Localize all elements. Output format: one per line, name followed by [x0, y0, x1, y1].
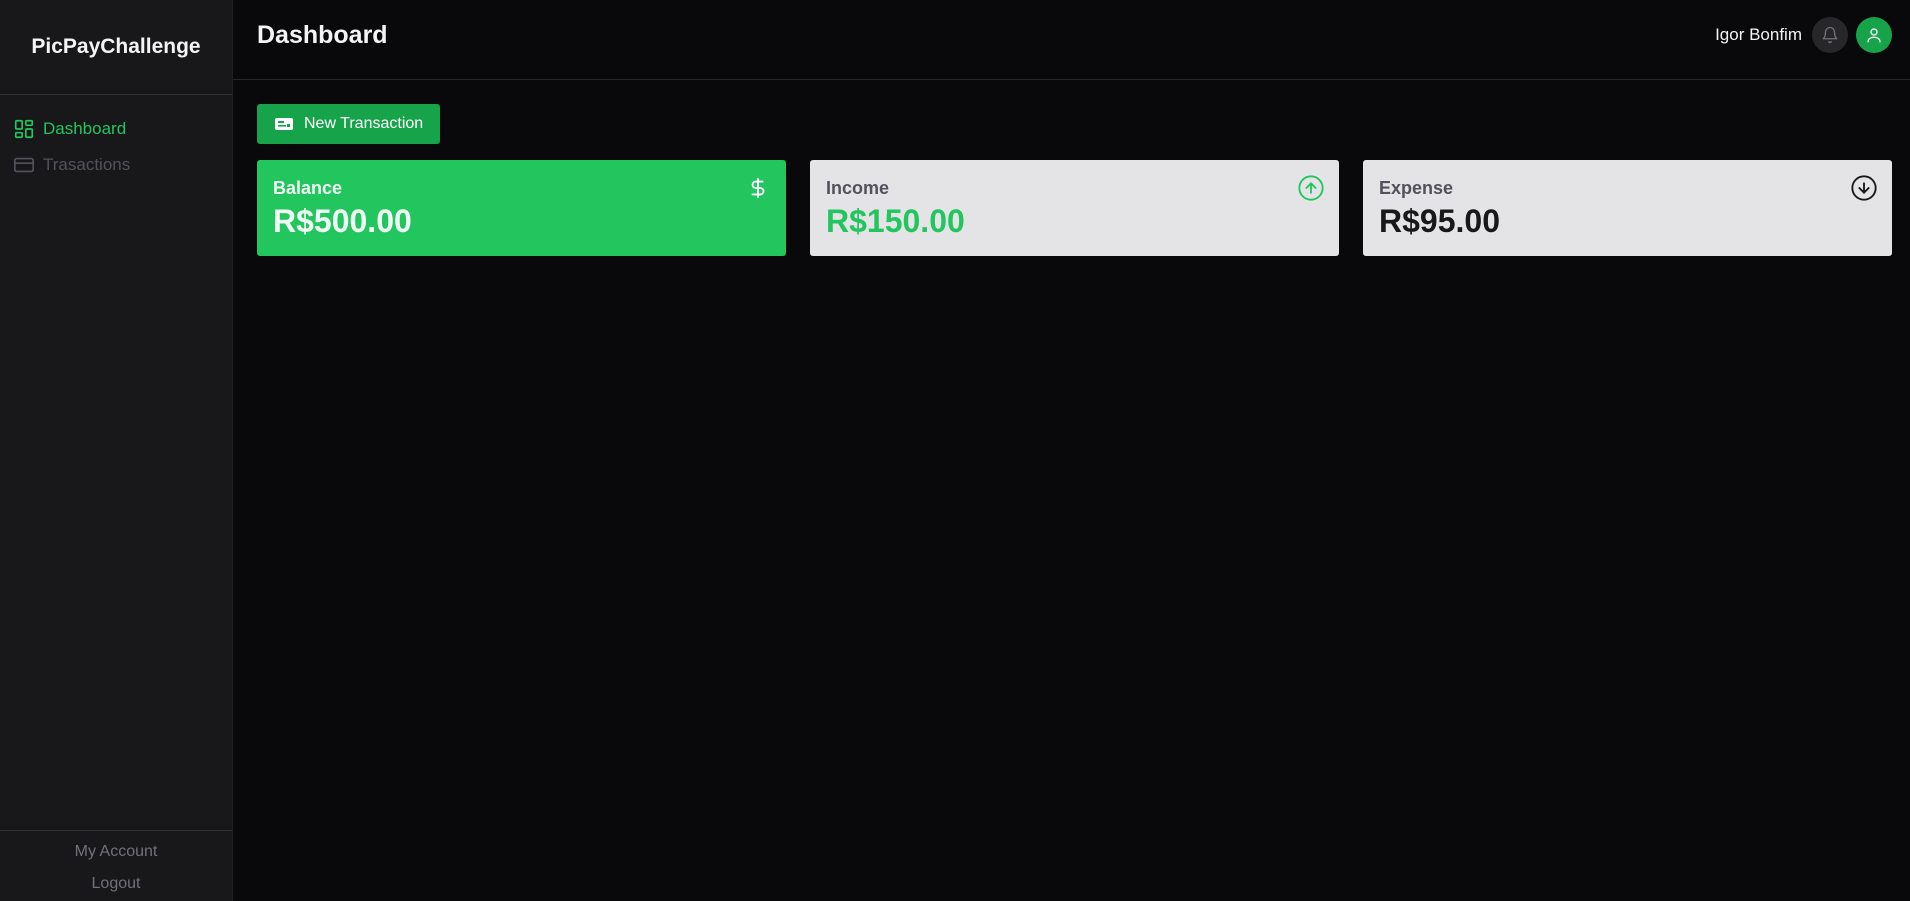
new-transaction-button[interactable]: New Transaction [257, 104, 441, 144]
header-user-area: Igor Bonfim [1715, 17, 1892, 53]
income-card: Income R$150.00 [810, 160, 1339, 256]
user-icon [1865, 26, 1883, 44]
expense-card: Expense R$95.00 [1363, 160, 1892, 256]
credit-card-icon [13, 154, 35, 176]
app-root: PicPayChallenge Dashboard Trasactions My… [0, 0, 1910, 901]
main-area: Dashboard Igor Bonfim New Transaction Ba… [233, 0, 1910, 901]
logout-link[interactable]: Logout [92, 875, 141, 893]
user-name: Igor Bonfim [1715, 25, 1802, 44]
bell-icon [1821, 26, 1839, 44]
sidebar-item-transactions[interactable]: Trasactions [0, 147, 232, 183]
page-title: Dashboard [257, 20, 388, 49]
expense-label: Expense [1379, 178, 1454, 198]
income-label: Income [826, 178, 890, 198]
summary-cards: Balance R$500.00 Income R$150.00 Expense… [257, 160, 1892, 256]
expense-value: R$95.00 [1379, 203, 1500, 239]
balance-label: Balance [273, 178, 343, 198]
new-transaction-label: New Transaction [304, 115, 424, 132]
sidebar: PicPayChallenge Dashboard Trasactions My… [0, 0, 233, 901]
income-value: R$150.00 [826, 203, 965, 239]
arrow-up-circle-icon [1297, 174, 1325, 202]
dollar-icon [744, 174, 772, 202]
avatar-button[interactable] [1856, 17, 1892, 53]
id-card-icon [274, 116, 294, 132]
notifications-button[interactable] [1812, 17, 1848, 53]
sidebar-footer: My Account Logout [0, 830, 232, 901]
sidebar-item-dashboard[interactable]: Dashboard [0, 111, 232, 147]
top-header: Dashboard Igor Bonfim [233, 0, 1910, 80]
sidebar-item-label: Dashboard [43, 119, 127, 138]
arrow-down-circle-icon [1850, 174, 1878, 202]
balance-value: R$500.00 [273, 203, 412, 239]
dashboard-content: New Transaction Balance R$500.00 Income [233, 80, 1910, 256]
my-account-link[interactable]: My Account [75, 843, 158, 861]
dashboard-grid-icon [13, 118, 35, 140]
sidebar-nav: Dashboard Trasactions [0, 95, 232, 830]
brand-logo: PicPayChallenge [0, 0, 232, 95]
sidebar-item-label: Trasactions [43, 155, 131, 174]
balance-card: Balance R$500.00 [257, 160, 786, 256]
